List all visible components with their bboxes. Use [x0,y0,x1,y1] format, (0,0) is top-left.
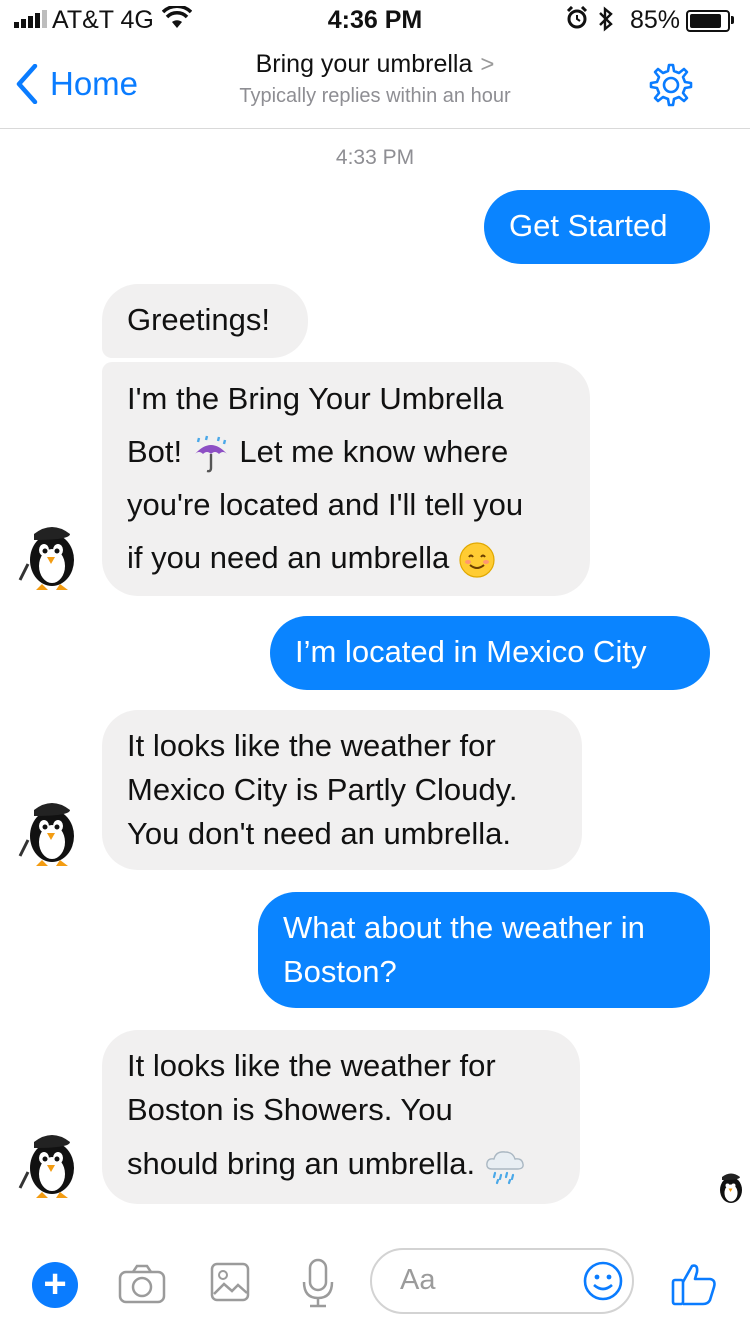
reply-time-subtitle: Typically replies within an hour [239,85,511,107]
umbrella-rain-emoji [194,435,227,473]
bot-avatar[interactable] [14,796,86,868]
message-composer: + Aa [0,1240,750,1334]
message-line: I'm the Bring Your Umbrella [127,381,504,416]
bot-avatar[interactable] [14,520,86,592]
page-title: Bring your umbrella [255,50,473,78]
message-line: Mexico City is Partly Cloudy. [127,772,518,807]
message-line: Boston is Showers. You [127,1092,453,1127]
plus-icon[interactable]: + [32,1262,78,1308]
message-text: Get Started [509,208,668,243]
message-input-placeholder: Aa [400,1264,436,1296]
message-input[interactable]: Aa [370,1248,634,1314]
rain-cloud-emoji [485,1151,524,1184]
battery-icon [686,10,730,32]
like-icon[interactable] [670,1260,718,1308]
message-line: What about the weather in [283,910,645,945]
message-line: It looks like the weather for [127,1048,496,1083]
message-line: Boston? [283,954,397,989]
message-outgoing[interactable]: I’m located in Mexico City [270,616,710,690]
bot-avatar[interactable] [14,1128,86,1200]
alarm-icon [566,6,588,29]
status-bar: AT&T 4G 4:36 PM 85% [0,0,750,40]
conversation-title-area[interactable]: Bring your umbrella > Typically replies w… [0,50,750,108]
emoji-icon[interactable] [582,1260,624,1302]
image-icon[interactable] [210,1260,250,1304]
message-incoming[interactable]: It looks like the weather for Mexico Cit… [102,710,582,870]
gear-icon[interactable] [648,62,694,108]
message-outgoing[interactable]: What about the weather in Boston? [258,892,710,1008]
battery-percent: 85% [630,6,681,34]
conversation-header: Home Bring your umbrella > Typically repl… [0,40,750,129]
message-incoming[interactable]: It looks like the weather for Boston is … [102,1030,580,1204]
message-incoming[interactable]: Greetings! [102,284,308,358]
message-incoming[interactable]: I'm the Bring Your Umbrella Bot! Let me … [102,362,590,596]
seen-indicator-avatar [720,1173,742,1203]
chevron-right-icon: > [480,51,495,78]
message-line: Let me know where [239,434,509,469]
message-line: Bot! [127,434,183,469]
message-line: It looks like the weather for [127,728,496,763]
message-text: Greetings! [127,302,271,337]
message-line: should bring an umbrella. [127,1146,476,1181]
message-line: you're located and I'll tell you [127,487,524,522]
smiling-emoji [459,542,495,578]
message-line: You don't need an umbrella. [127,816,511,851]
microphone-icon[interactable] [298,1258,338,1310]
bluetooth-icon [599,6,613,32]
battery-tip [731,16,734,24]
message-line: if you need an umbrella [127,540,450,575]
camera-icon[interactable] [118,1262,166,1306]
message-outgoing[interactable]: Get Started [484,190,710,264]
message-text: I’m located in Mexico City [295,634,647,669]
message-timestamp: 4:33 PM [335,146,415,169]
